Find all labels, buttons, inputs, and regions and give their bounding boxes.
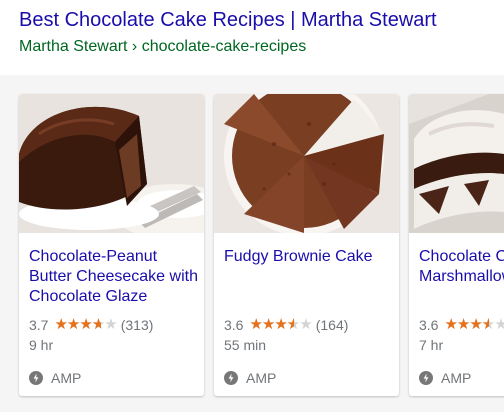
cook-time: 9 hr <box>29 337 54 353</box>
cook-time: 7 hr <box>419 337 444 353</box>
amp-badge: AMP <box>29 369 81 387</box>
search-result-header: Best Chocolate Cake Recipes | Martha Ste… <box>0 0 504 75</box>
rating-value: 3.6 <box>224 317 244 333</box>
recipe-title-link[interactable]: Fudgy Brownie Cake <box>224 247 394 267</box>
result-title-link[interactable]: Best Chocolate Cake Recipes | Martha Ste… <box>19 8 437 32</box>
amp-badge: AMP <box>419 369 471 387</box>
rating-row: 3.6 ★★★★★ ★★★★★ <box>419 316 504 334</box>
marshmallow-cake-image <box>409 94 504 233</box>
brownie-cake-image <box>214 94 399 233</box>
rating-row: 3.6 ★★★★★ ★★★★★ (164) <box>224 316 348 334</box>
amp-label: AMP <box>246 370 277 386</box>
rating-row: 3.7 ★★★★★ ★★★★★ (313) <box>29 316 153 334</box>
review-count: (164) <box>315 317 349 333</box>
amp-lightning-icon <box>29 371 43 385</box>
cook-time: 55 min <box>224 337 267 353</box>
recipe-title-link[interactable]: Chocolate-Peanut Butter Cheesecake with … <box>29 247 199 307</box>
rating-value: 3.7 <box>29 317 49 333</box>
rating-value: 3.6 <box>419 317 439 333</box>
recipe-title-link[interactable]: Chocolate Cake with Marshmallow <box>419 247 504 287</box>
amp-lightning-icon <box>224 371 238 385</box>
review-count: (313) <box>120 317 154 333</box>
amp-lightning-icon <box>419 371 433 385</box>
recipe-card[interactable]: Fudgy Brownie Cake 3.6 ★★★★★ ★★★★★ (164)… <box>214 94 399 396</box>
amp-label: AMP <box>51 370 82 386</box>
result-url-breadcrumb[interactable]: Martha Stewart › chocolate-cake-recipes <box>19 37 306 57</box>
recipe-card[interactable]: Chocolate Cake with Marshmallow 3.6 ★★★★… <box>409 94 504 396</box>
amp-label: AMP <box>441 370 472 386</box>
star-rating-icon: ★★★★★ ★★★★★ <box>249 316 312 333</box>
amp-badge: AMP <box>224 369 276 387</box>
recipe-card[interactable]: Chocolate-Peanut Butter Cheesecake with … <box>19 94 204 396</box>
star-rating-icon: ★★★★★ ★★★★★ <box>444 316 504 333</box>
star-rating-icon: ★★★★★ ★★★★★ <box>54 316 117 333</box>
recipe-carousel[interactable]: Chocolate-Peanut Butter Cheesecake with … <box>0 75 504 412</box>
chocolate-cake-slice-image <box>19 94 204 233</box>
